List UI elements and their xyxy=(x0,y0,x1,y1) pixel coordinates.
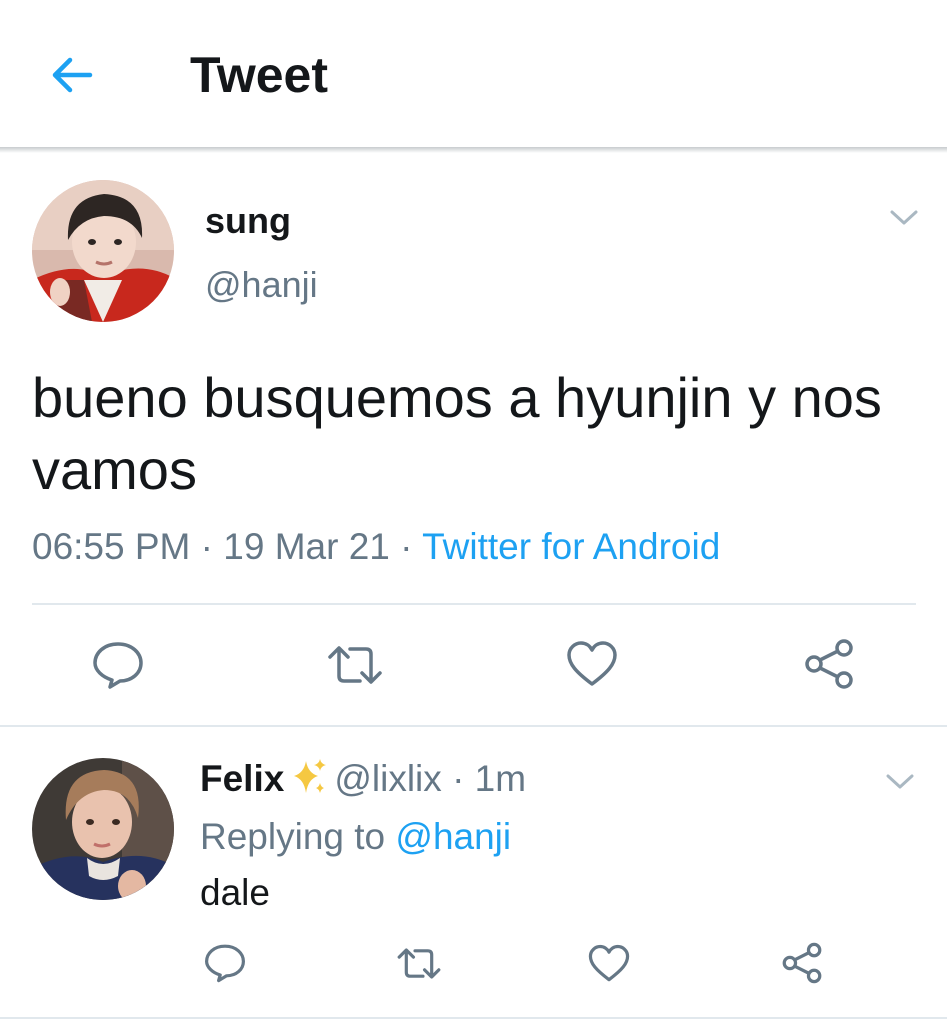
reply-avatar[interactable] xyxy=(32,758,174,900)
more-options-button[interactable] xyxy=(889,208,919,228)
share-icon xyxy=(805,639,853,689)
reply-button[interactable] xyxy=(92,640,144,690)
tweet-date: 19 Mar 21 xyxy=(223,526,390,567)
tweet-time: 06:55 PM xyxy=(32,526,191,567)
chevron-down-icon xyxy=(890,210,918,225)
retweet-button[interactable] xyxy=(326,643,384,687)
tweet-text: bueno busquemos a hyunjin y nos vamos xyxy=(32,366,882,501)
retweet-icon xyxy=(397,948,441,979)
avatar[interactable] xyxy=(32,180,174,322)
reply-author-name[interactable]: Felix xyxy=(200,758,284,799)
sparkles-icon xyxy=(290,757,328,806)
reply-icon xyxy=(93,642,143,689)
reply-reply-button[interactable] xyxy=(204,943,246,983)
tweet-source-link[interactable]: Twitter for Android xyxy=(422,526,720,567)
reply-like-button[interactable] xyxy=(588,944,630,983)
replying-mention-link[interactable]: @hanji xyxy=(395,816,511,857)
divider xyxy=(0,1017,947,1019)
reply-more-options-button[interactable] xyxy=(885,772,915,792)
divider xyxy=(0,725,947,727)
reply-share-button[interactable] xyxy=(781,942,823,984)
tweet-meta: 06:55 PM · 19 Mar 21 · Twitter for Andro… xyxy=(32,526,720,568)
share-button[interactable] xyxy=(803,638,855,690)
arrow-left-icon xyxy=(52,57,93,93)
header-shadow xyxy=(0,147,947,153)
replying-prefix: Replying to xyxy=(200,816,386,857)
like-icon xyxy=(588,944,630,982)
divider xyxy=(32,603,916,605)
author-handle[interactable]: @hanji xyxy=(205,264,318,306)
replying-to: Replying to @hanji xyxy=(200,816,511,858)
like-button[interactable] xyxy=(566,640,618,688)
reply-time: 1m xyxy=(474,758,527,799)
meta-separator: · xyxy=(400,526,413,567)
reply-header: Felix @lixlix · 1m xyxy=(200,757,526,806)
back-button[interactable] xyxy=(48,48,102,102)
author-name[interactable]: sung xyxy=(205,200,291,242)
meta-separator: · xyxy=(452,758,465,799)
reply-author-handle[interactable]: @lixlix xyxy=(334,758,441,799)
chevron-down-icon xyxy=(886,774,914,789)
page-title: Tweet xyxy=(190,47,328,103)
retweet-icon xyxy=(328,646,382,684)
app-header: Tweet xyxy=(0,0,947,148)
share-icon xyxy=(782,942,822,984)
reply-text: dale xyxy=(200,872,270,913)
meta-separator: · xyxy=(200,526,213,567)
reply-icon xyxy=(205,944,245,983)
like-icon xyxy=(567,641,617,686)
reply-retweet-button[interactable] xyxy=(396,946,442,981)
